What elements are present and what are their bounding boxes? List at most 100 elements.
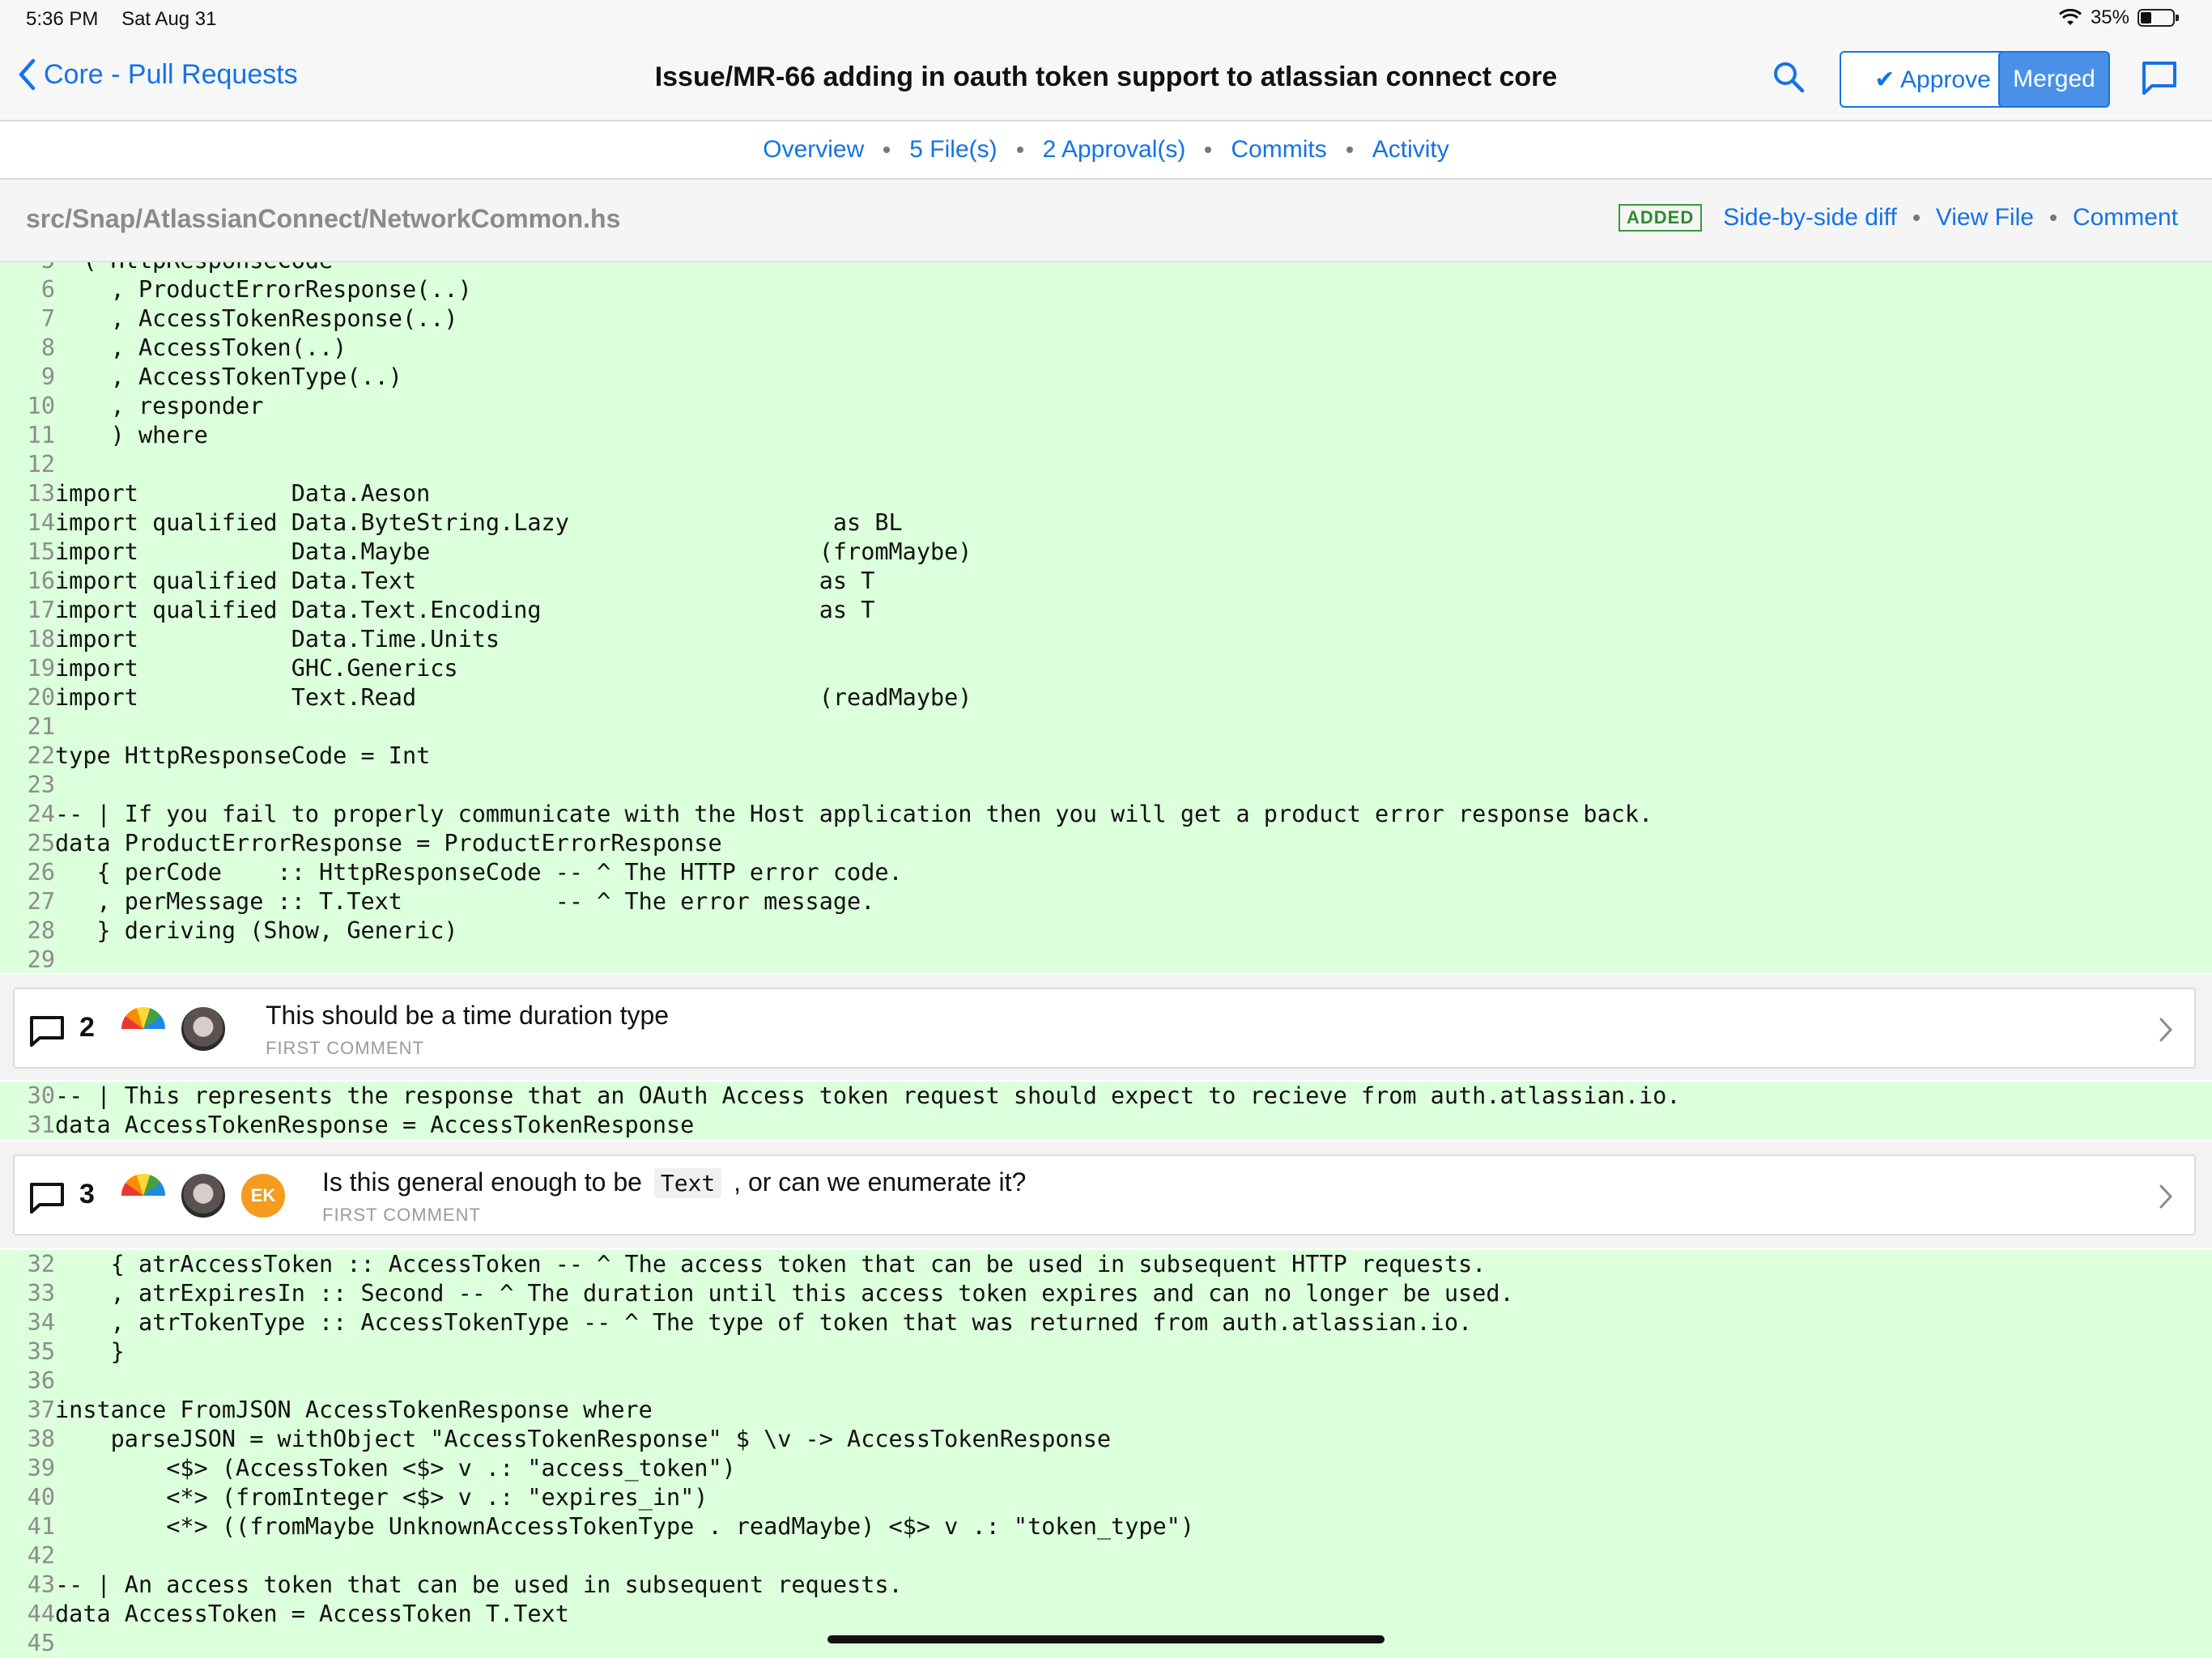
line-number: 20 bbox=[27, 684, 55, 711]
line-number: 44 bbox=[27, 1601, 55, 1627]
comment-thread[interactable]: 2 This should be a time duration type FI… bbox=[13, 988, 2196, 1069]
chevron-right-icon bbox=[2159, 1018, 2173, 1042]
code-line: 20 import Text.Read (readMaybe) bbox=[0, 683, 2212, 712]
code-line: 19 import GHC.Generics bbox=[0, 654, 2212, 683]
code-line: 25 data ProductErrorResponse = ProductErr… bbox=[0, 829, 2212, 858]
code-line: 14 import qualified Data.ByteString.Lazy … bbox=[0, 508, 2212, 538]
line-number: 41 bbox=[27, 1513, 55, 1540]
status-date: Sat Aug 31 bbox=[121, 8, 217, 30]
code-text: data AccessToken = AccessToken T.Text bbox=[55, 1601, 569, 1627]
avatar bbox=[180, 1005, 227, 1052]
search-button[interactable] bbox=[1772, 60, 1807, 100]
file-header: src/Snap/AtlassianConnect/NetworkCommon.… bbox=[0, 180, 2212, 262]
line-number: 39 bbox=[27, 1455, 55, 1482]
code-line: 23 bbox=[0, 771, 2212, 800]
comment-bubble-icon bbox=[30, 1016, 64, 1047]
code-line: 37 instance FromJSON AccessTokenResponse … bbox=[0, 1396, 2212, 1425]
code-text: , ProductErrorResponse(..) bbox=[55, 276, 472, 303]
action-separator bbox=[1912, 215, 1920, 221]
tab-activity[interactable]: Activity bbox=[1372, 136, 1449, 164]
code-line: 26 { perCode :: HttpResponseCode -- ^ Th… bbox=[0, 858, 2212, 887]
code-text: import qualified Data.Text as T bbox=[55, 568, 875, 594]
line-number: 5 bbox=[0, 262, 55, 275]
code-line: 11 ) where bbox=[0, 421, 2212, 450]
home-indicator[interactable] bbox=[827, 1635, 1385, 1643]
line-number: 13 bbox=[27, 480, 55, 507]
line-number: 34 bbox=[27, 1309, 55, 1336]
pr-tab-bar: Overview 5 File(s) 2 Approval(s) Commits… bbox=[0, 121, 2212, 180]
code-text: import Data.Aeson bbox=[55, 480, 431, 507]
chevron-right-icon bbox=[2159, 1184, 2173, 1209]
tab-approvals[interactable]: 2 Approval(s) bbox=[1043, 136, 1186, 164]
avatar bbox=[120, 1172, 167, 1219]
inline-code: Text bbox=[653, 1168, 722, 1198]
action-separator bbox=[2049, 215, 2057, 221]
code-line: 8 , AccessToken(..) bbox=[0, 334, 2212, 363]
comment-subtitle: FIRST COMMENT bbox=[322, 1205, 481, 1225]
line-number: 40 bbox=[27, 1484, 55, 1511]
code-text: , perMessage :: T.Text -- ^ The error me… bbox=[55, 888, 875, 915]
code-line: 16 import qualified Data.Text as T bbox=[0, 567, 2212, 596]
code-text: , responder bbox=[55, 393, 264, 419]
avatar: EK bbox=[240, 1172, 287, 1219]
line-number: 10 bbox=[27, 393, 55, 419]
code-line: 31 data AccessTokenResponse = AccessToken… bbox=[0, 1111, 2212, 1140]
code-text: , atrTokenType :: AccessTokenType -- ^ T… bbox=[55, 1309, 1473, 1336]
line-number: 12 bbox=[27, 451, 55, 478]
side-by-side-diff-link[interactable]: Side-by-side diff bbox=[1723, 204, 1897, 232]
tab-separator bbox=[1016, 147, 1023, 153]
file-path: src/Snap/AtlassianConnect/NetworkCommon.… bbox=[26, 204, 621, 233]
code-text: data ProductErrorResponse = ProductError… bbox=[55, 830, 722, 857]
diff-code-block: 32 { atrAccessToken :: AccessToken -- ^ … bbox=[0, 1250, 2212, 1658]
comment-link[interactable]: Comment bbox=[2073, 204, 2178, 232]
code-text: } deriving (Show, Generic) bbox=[55, 917, 458, 944]
code-text: { atrAccessToken :: AccessToken -- ^ The… bbox=[55, 1251, 1487, 1278]
tab-overview[interactable]: Overview bbox=[763, 136, 864, 164]
line-number: 21 bbox=[27, 713, 55, 740]
code-text: parseJSON = withObject "AccessTokenRespo… bbox=[55, 1426, 1112, 1452]
comments-button[interactable] bbox=[2141, 60, 2178, 100]
code-line: 45 bbox=[0, 1629, 2212, 1658]
merged-button[interactable]: Merged bbox=[1998, 51, 2110, 108]
tab-files[interactable]: 5 File(s) bbox=[909, 136, 997, 164]
navigation-bar: Core - Pull Requests Issue/MR-66 adding … bbox=[0, 39, 2212, 121]
code-line: 15 import Data.Maybe (fromMaybe) bbox=[0, 538, 2212, 567]
line-number: 33 bbox=[27, 1280, 55, 1307]
battery-level bbox=[2141, 12, 2151, 23]
line-number: 7 bbox=[40, 305, 55, 332]
code-text: -- | If you fail to properly communicate… bbox=[55, 801, 1653, 827]
comment-thread[interactable]: 3 EK Is this general enough to be Text ,… bbox=[13, 1154, 2196, 1235]
code-text: -- | An access token that can be used in… bbox=[55, 1571, 903, 1598]
line-number: 37 bbox=[27, 1397, 55, 1423]
code-text: , atrExpiresIn :: Second -- ^ The durati… bbox=[55, 1280, 1514, 1307]
line-number: 22 bbox=[27, 742, 55, 769]
view-file-link[interactable]: View File bbox=[1936, 204, 2034, 232]
code-text: , AccessTokenType(..) bbox=[55, 363, 402, 390]
line-number: 36 bbox=[27, 1367, 55, 1394]
line-number: 9 bbox=[40, 363, 55, 390]
code-line: 41 <*> ((fromMaybe UnknownAccessTokenTyp… bbox=[0, 1512, 2212, 1541]
code-line: 21 bbox=[0, 712, 2212, 742]
avatar bbox=[180, 1172, 227, 1219]
tab-commits[interactable]: Commits bbox=[1231, 136, 1326, 164]
code-line: 9 , AccessTokenType(..) bbox=[0, 363, 2212, 392]
code-line: 43 -- | An access token that can be used … bbox=[0, 1571, 2212, 1600]
line-number: 11 bbox=[27, 422, 55, 449]
diff-code-block: 30 -- | This represents the response that… bbox=[0, 1082, 2212, 1140]
code-line: 36 bbox=[0, 1367, 2212, 1396]
code-line: 35 } bbox=[0, 1337, 2212, 1367]
comment-count: 2 bbox=[79, 1012, 95, 1043]
line-number: 31 bbox=[27, 1112, 55, 1138]
line-number: 35 bbox=[27, 1338, 55, 1365]
code-text: import Data.Time.Units bbox=[55, 626, 500, 653]
code-text: ( HttpResponseCode bbox=[55, 262, 333, 275]
code-line: 30 -- | This represents the response that… bbox=[0, 1082, 2212, 1111]
code-line: 28 } deriving (Show, Generic) bbox=[0, 916, 2212, 946]
battery-percent: 35% bbox=[2090, 6, 2129, 28]
code-text: import Data.Maybe (fromMaybe) bbox=[55, 538, 972, 565]
line-number: 18 bbox=[27, 626, 55, 653]
code-line: 13 import Data.Aeson bbox=[0, 479, 2212, 508]
tab-separator bbox=[1205, 147, 1212, 153]
comment-title: This should be a time duration type bbox=[266, 1001, 670, 1030]
line-number: 25 bbox=[27, 830, 55, 857]
